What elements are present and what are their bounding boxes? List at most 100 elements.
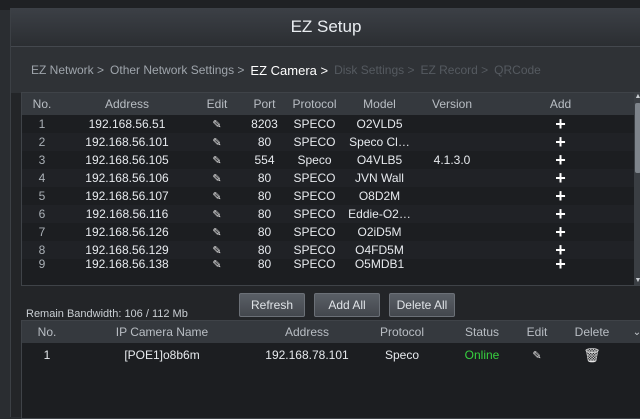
- table-row[interactable]: 1 192.168.56.51 ✎ 8203 SPECO O2VLD5 +: [22, 115, 640, 133]
- crumb-ez-camera[interactable]: EZ Camera >: [250, 63, 328, 78]
- camera-rows: 1 192.168.56.51 ✎ 8203 SPECO O2VLD5 +2 192.168.…: [22, 115, 640, 269]
- cell-address: 192.168.56.138: [85, 259, 169, 269]
- table-row[interactable]: 7 192.168.56.126 ✎ 80 SPECO O2iD5M +: [22, 223, 640, 241]
- add-all-button[interactable]: Add All: [314, 293, 380, 317]
- cell-no: 3: [38, 153, 46, 167]
- cell-port: 80: [257, 189, 272, 203]
- cell-port: 80: [257, 171, 272, 185]
- plus-icon[interactable]: +: [487, 243, 634, 257]
- cell-model: JVN Wall: [355, 171, 404, 185]
- plus-icon[interactable]: +: [487, 117, 634, 131]
- cell-address: 192.168.56.129: [85, 243, 169, 257]
- cell-no: 7: [38, 225, 46, 239]
- table-row[interactable]: 5 192.168.56.107 ✎ 80 SPECO O8D2M +: [22, 187, 640, 205]
- plus-icon[interactable]: +: [487, 207, 634, 221]
- cell-address: 192.168.56.106: [85, 171, 169, 185]
- table-row[interactable]: 8 192.168.56.129 ✎ 80 SPECO O4FD5M +: [22, 241, 640, 259]
- cell-no: 5: [38, 189, 46, 203]
- cell-protocol: Speco: [384, 348, 420, 362]
- cell-version: 4.1.3.0: [433, 153, 471, 167]
- col-status: Status: [464, 325, 500, 339]
- col-no: No.: [37, 325, 57, 339]
- added-camera-list: No. IP Camera Name Address Protocol Stat…: [21, 320, 640, 419]
- window-title: EZ Setup: [11, 8, 640, 47]
- cell-model: O2iD5M: [357, 225, 402, 239]
- pencil-icon[interactable]: ✎: [192, 118, 242, 131]
- crumb-other-network-settings[interactable]: Other Network Settings >: [110, 63, 244, 77]
- table-row[interactable]: 3 192.168.56.105 ✎ 554 Speco O4VLB5 4.1.3.0 +: [22, 151, 640, 169]
- crumb-ez-network[interactable]: EZ Network >: [31, 63, 104, 77]
- cell-protocol: SPECO: [293, 207, 336, 221]
- col-address: Address: [284, 325, 330, 339]
- plus-icon[interactable]: +: [487, 135, 634, 149]
- table-row[interactable]: 2 192.168.56.101 ✎ 80 SPECO Speco Cl… +: [22, 133, 640, 151]
- col-edit: Edit: [526, 325, 548, 339]
- col-protocol: Protocol: [379, 325, 425, 339]
- crumb-ez-record: EZ Record >: [420, 63, 489, 77]
- pencil-icon[interactable]: ✎: [192, 136, 242, 149]
- pencil-icon[interactable]: ✎: [192, 190, 242, 203]
- cell-model: O2VLD5: [356, 117, 403, 131]
- cell-port: 80: [257, 135, 272, 149]
- cell-no: 8: [38, 243, 46, 257]
- cell-no: 1: [38, 117, 46, 131]
- cell-address: 192.168.56.101: [85, 135, 169, 149]
- col-version: Version: [431, 97, 473, 111]
- pencil-icon[interactable]: ✎: [522, 349, 552, 362]
- table-row[interactable]: 4 192.168.56.106 ✎ 80 SPECO JVN Wall +: [22, 169, 640, 187]
- cell-address: 192.168.56.126: [85, 225, 169, 239]
- plus-icon[interactable]: +: [487, 153, 634, 167]
- cell-protocol: SPECO: [293, 171, 336, 185]
- list-item[interactable]: 1 [POE1]o8b6m 192.168.78.101 Speco Online ✎ 🗑: [22, 343, 640, 367]
- breadcrumb: EZ Network > Other Network Settings > EZ…: [11, 47, 640, 93]
- pencil-icon[interactable]: ✎: [192, 208, 242, 221]
- plus-icon[interactable]: +: [487, 259, 634, 269]
- refresh-button[interactable]: Refresh: [239, 293, 305, 317]
- col-model: Model: [363, 97, 396, 111]
- cell-name: [POE1]o8b6m: [124, 348, 200, 362]
- scroll-up-icon[interactable]: ▲: [634, 93, 640, 101]
- pencil-icon[interactable]: ✎: [192, 172, 242, 185]
- scroll-down-icon[interactable]: ▼: [634, 277, 640, 285]
- cell-address: 192.168.56.105: [85, 153, 169, 167]
- table-row[interactable]: 6 192.168.56.116 ✎ 80 SPECO Eddie-O2… +: [22, 205, 640, 223]
- plus-icon[interactable]: +: [487, 225, 634, 239]
- cell-model: Speco Cl…: [349, 135, 410, 149]
- cell-no: 4: [38, 171, 46, 185]
- cell-model: O8D2M: [358, 189, 401, 203]
- cell-port: 8203: [251, 117, 278, 131]
- cell-model: O5MDB1: [354, 259, 405, 269]
- col-delete: Delete: [574, 325, 610, 339]
- table-row[interactable]: 9 192.168.56.138 ✎ 80 SPECO O5MDB1 +: [22, 259, 640, 269]
- chevron-down-icon[interactable]: ⌄: [632, 327, 640, 338]
- cell-address: 192.168.56.116: [85, 207, 169, 221]
- cell-address: 192.168.56.51: [88, 117, 166, 131]
- cell-protocol: Speco: [297, 153, 332, 167]
- pencil-icon[interactable]: ✎: [192, 244, 242, 257]
- camera-table-scrollbar[interactable]: ▲ ▼: [634, 93, 640, 285]
- cell-no: 2: [38, 135, 46, 149]
- pencil-icon[interactable]: ✎: [192, 154, 242, 167]
- cell-protocol: SPECO: [293, 135, 336, 149]
- col-address: Address: [104, 97, 150, 111]
- pencil-icon[interactable]: ✎: [192, 226, 242, 239]
- scroll-thumb[interactable]: [635, 103, 640, 173]
- cell-port: 80: [257, 243, 272, 257]
- added-list-header: No. IP Camera Name Address Protocol Stat…: [22, 321, 640, 343]
- cell-no: 9: [38, 259, 46, 269]
- crumb-disk-settings: Disk Settings >: [334, 63, 415, 77]
- ez-setup-window: EZ Setup EZ Network > Other Network Sett…: [10, 8, 640, 419]
- plus-icon[interactable]: +: [487, 171, 634, 185]
- cell-model: O4VLB5: [356, 153, 403, 167]
- pencil-icon[interactable]: ✎: [192, 259, 242, 269]
- camera-table-header: No. Address Edit Port Protocol Model Ver…: [22, 93, 640, 115]
- plus-icon[interactable]: +: [487, 189, 634, 203]
- delete-all-button[interactable]: Delete All: [389, 293, 455, 317]
- cell-model: Eddie-O2…: [348, 207, 411, 221]
- crumb-qrcode: QRCode: [494, 63, 541, 77]
- cell-no: 1: [43, 348, 51, 362]
- cell-protocol: SPECO: [293, 189, 336, 203]
- cell-protocol: SPECO: [293, 259, 336, 269]
- col-edit: Edit: [206, 97, 228, 111]
- trash-icon[interactable]: 🗑: [552, 347, 632, 364]
